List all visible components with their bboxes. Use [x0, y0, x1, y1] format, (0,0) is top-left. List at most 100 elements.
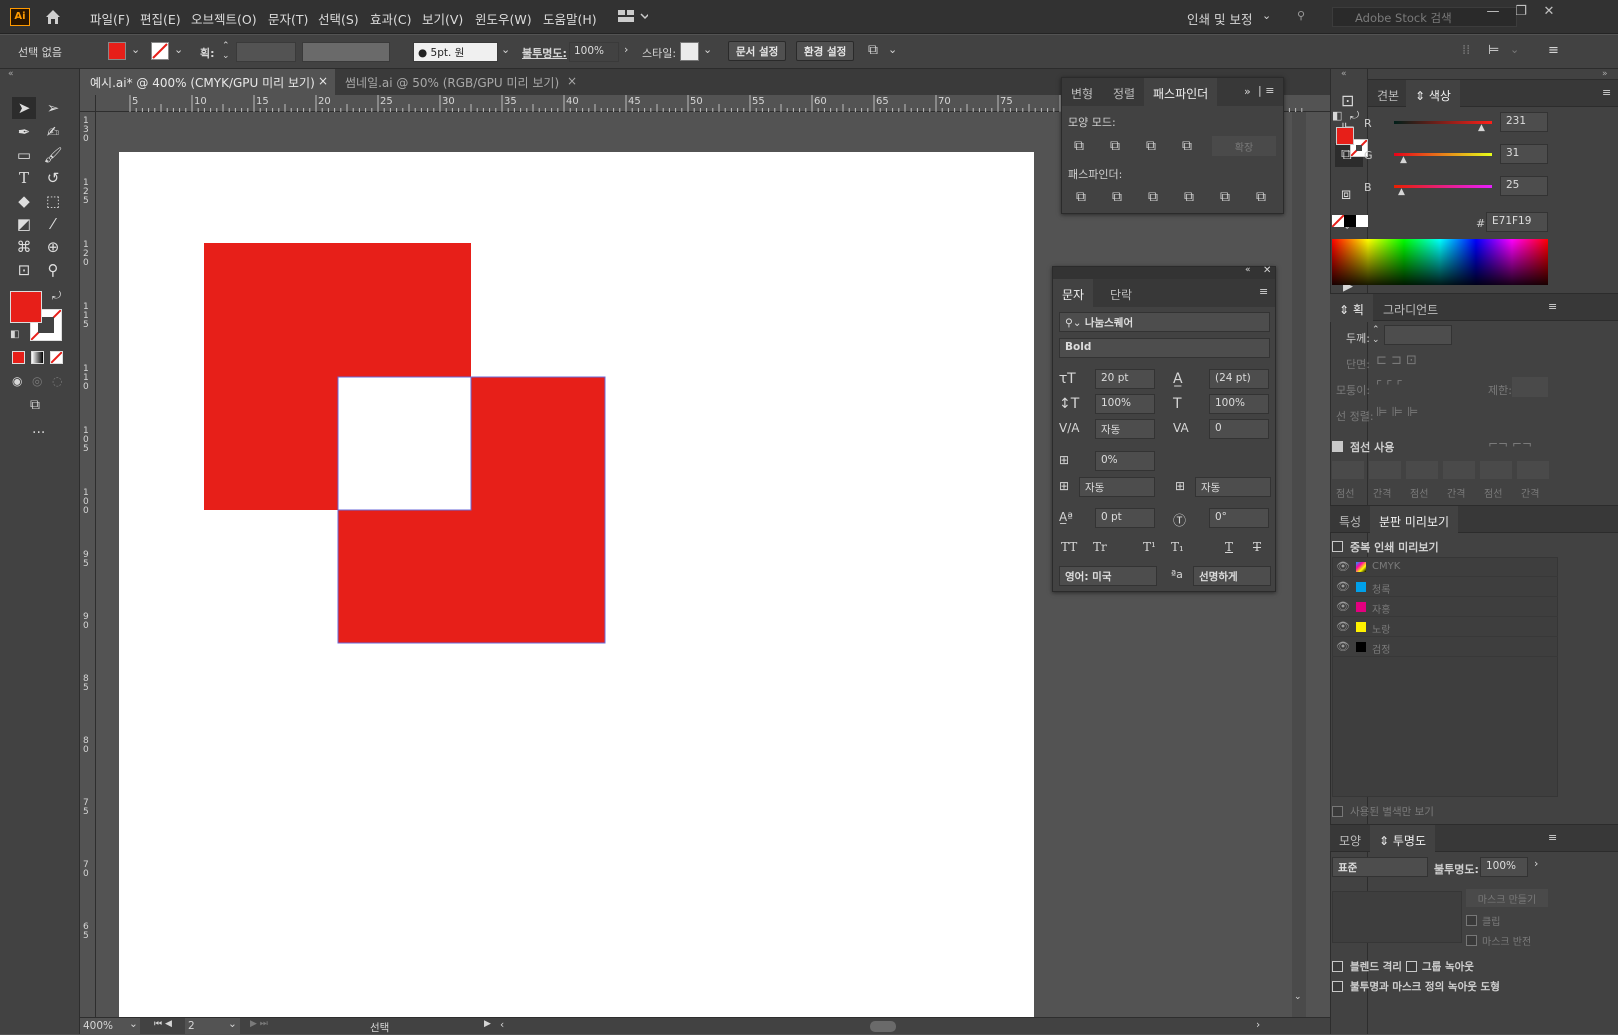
kerning-field[interactable]: 자동 [1095, 419, 1155, 439]
menu-type[interactable]: 문자(T) [268, 9, 308, 28]
tab-swatches[interactable]: 견본 [1368, 80, 1408, 108]
arrange-documents-icon[interactable] [618, 9, 650, 26]
chevron-down-icon[interactable]: ⌄ [228, 1018, 237, 1030]
hole-square[interactable] [337, 376, 472, 511]
draw-behind-icon[interactable]: ◎ [32, 374, 42, 388]
tab-thumbnail-ai[interactable]: 썸네일.ai @ 50% (RGB/GPU 미리 보기) × [335, 69, 585, 95]
artboards-icon[interactable]: ⊡ [1341, 91, 1354, 110]
panel-menu-icon[interactable]: | ≡ [1258, 84, 1274, 97]
clip-checkbox[interactable] [1466, 913, 1477, 926]
arrange-icon[interactable]: ⧉ [868, 42, 878, 58]
none-mode-icon[interactable] [50, 351, 63, 364]
direct-selection-tool-icon[interactable]: ➢ [41, 97, 65, 119]
menu-effect[interactable]: 효과(C) [370, 9, 411, 28]
default-colors-icon[interactable]: ◧ [1332, 109, 1342, 122]
align-icon[interactable]: ⁞⁞ [1462, 43, 1470, 58]
collapse-icon[interactable]: « [1245, 265, 1251, 275]
maximize-button[interactable]: ❐ [1510, 4, 1532, 26]
hex-field[interactable]: E71F19 [1486, 212, 1548, 232]
chevron-down-icon[interactable]: ⌄ [501, 43, 510, 56]
tab-color[interactable]: ⇕ 색상 [1406, 80, 1460, 108]
invert-mask-checkbox[interactable] [1466, 933, 1477, 946]
chevron-down-icon[interactable]: ⌄ [129, 1018, 138, 1030]
panel-menu-icon[interactable]: ≡ [1548, 300, 1557, 313]
menu-file[interactable]: 파일(F) [90, 9, 130, 28]
draw-inside-icon[interactable]: ◌ [52, 374, 62, 388]
chevron-down-icon[interactable]: ⌄ [1262, 9, 1271, 22]
g-slider-track[interactable] [1394, 153, 1492, 156]
vertical-scrollbar[interactable]: ⌄ [1292, 112, 1306, 1017]
chevron-down-icon[interactable]: ⌄ [174, 43, 183, 56]
minus-back-icon[interactable]: ⧉ [1256, 189, 1266, 205]
gradient-tool-icon[interactable]: ◩ [12, 213, 36, 235]
paintbrush-tool-icon[interactable]: 🖌 [41, 144, 65, 166]
tab-transform[interactable]: 변형 [1062, 78, 1102, 106]
curvature-tool-icon[interactable]: ✍ [41, 121, 65, 143]
dash-align-icons[interactable]: ⌐¬ ⌐¬ [1488, 437, 1532, 451]
zoom-tool-icon[interactable]: ⚲ [41, 259, 65, 281]
free-transform-tool-icon[interactable]: ⬚ [41, 190, 65, 212]
chevron-down-icon[interactable]: ⌄ [1510, 43, 1519, 56]
minus-front-icon[interactable]: ⧉ [1110, 138, 1120, 154]
horizontal-scroll-thumb[interactable] [870, 1021, 896, 1032]
menu-edit[interactable]: 편집(E) [140, 9, 181, 28]
transform-icon[interactable]: ⊨ [1488, 43, 1499, 58]
first-artboard-icon[interactable]: ⏮ ◀ [154, 1019, 172, 1029]
corner-icons[interactable]: ⌜ ⌜ ⌜ [1376, 379, 1403, 394]
stepper-icon[interactable]: ⌃ ⌄ [1372, 325, 1380, 345]
aki-left-select[interactable]: 자동 [1079, 477, 1155, 497]
baseline-shift-field[interactable]: 0 pt [1095, 508, 1155, 528]
close-icon[interactable]: × [567, 74, 577, 88]
strikethrough-icon[interactable]: T [1253, 540, 1261, 554]
stroke-weight-select[interactable] [236, 42, 296, 62]
ruler-origin[interactable] [80, 95, 96, 112]
fill-color-swatch[interactable] [1336, 127, 1354, 145]
gradient-mode-icon[interactable] [31, 351, 44, 364]
type-tool-icon[interactable]: T [12, 167, 36, 189]
close-icon[interactable]: × [318, 74, 328, 88]
r-value-field[interactable]: 231 [1500, 112, 1548, 132]
anti-aliasing-select[interactable]: 선명하게 [1193, 566, 1271, 586]
font-family-select[interactable]: ⚲⌄ 나눔스퀘어 [1059, 312, 1270, 332]
chevron-right-icon[interactable]: › [624, 43, 628, 56]
close-button[interactable]: ✕ [1538, 4, 1560, 26]
eye-icon[interactable]: 👁 [1336, 640, 1350, 653]
next-artboard-icon[interactable]: ▶ ⏭ [250, 1019, 268, 1029]
dash-field[interactable] [1480, 461, 1512, 479]
stroke-weight-select[interactable] [1384, 325, 1452, 345]
home-icon[interactable] [44, 8, 62, 26]
panel-menu-icon[interactable]: ≡ [1548, 831, 1557, 844]
tab-stroke[interactable]: ⇕ 획 [1330, 294, 1373, 322]
menu-object[interactable]: 오브젝트(O) [191, 9, 257, 28]
plate-row[interactable]: 👁 CMYK [1332, 557, 1558, 577]
artboard-tool-icon[interactable]: ⊡ [12, 259, 36, 281]
menu-window[interactable]: 윈도우(W) [475, 9, 532, 28]
play-icon[interactable]: ▶ [484, 1019, 491, 1029]
chevron-down-icon[interactable]: ⌄ [888, 43, 897, 56]
superscript-icon[interactable]: T¹ [1143, 540, 1156, 554]
color-mode-icon[interactable] [12, 351, 25, 364]
expand-panel-icon[interactable]: » [1244, 85, 1251, 98]
b-slider-track[interactable] [1394, 185, 1492, 188]
eraser-tool-icon[interactable]: ◆ [12, 190, 36, 212]
gap-field[interactable] [1369, 461, 1401, 479]
shape-builder-tool-icon[interactable]: ⊕ [41, 236, 65, 258]
language-select[interactable]: 영어: 미국 [1059, 566, 1157, 586]
opacity-field[interactable]: 100% [1480, 857, 1528, 877]
document-setup-button[interactable]: 문서 설정 [728, 41, 787, 61]
fill-swatch[interactable] [108, 42, 126, 60]
rotate-tool-icon[interactable]: ↺ [41, 167, 65, 189]
eye-icon[interactable]: 👁 [1336, 580, 1350, 593]
expand-button[interactable]: 확장 [1212, 136, 1276, 156]
menu-help[interactable]: 도움말(H) [543, 9, 597, 28]
dash-field[interactable] [1406, 461, 1438, 479]
draw-normal-icon[interactable]: ◉ [12, 374, 22, 388]
cap-icons[interactable]: ⊏ ⊐ ⊡ [1376, 353, 1417, 368]
plate-row[interactable]: 👁 자홍 [1332, 597, 1558, 617]
opacity-mask-checkbox[interactable] [1332, 979, 1343, 992]
tab-pathfinder[interactable]: 패스파인더 [1144, 78, 1218, 106]
small-caps-icon[interactable]: Tr [1093, 540, 1107, 554]
artwork[interactable] [119, 152, 1034, 1017]
puppet-warp-tool-icon[interactable]: ⌘ [12, 236, 36, 258]
tab-appearance[interactable]: 모양 [1330, 825, 1370, 853]
